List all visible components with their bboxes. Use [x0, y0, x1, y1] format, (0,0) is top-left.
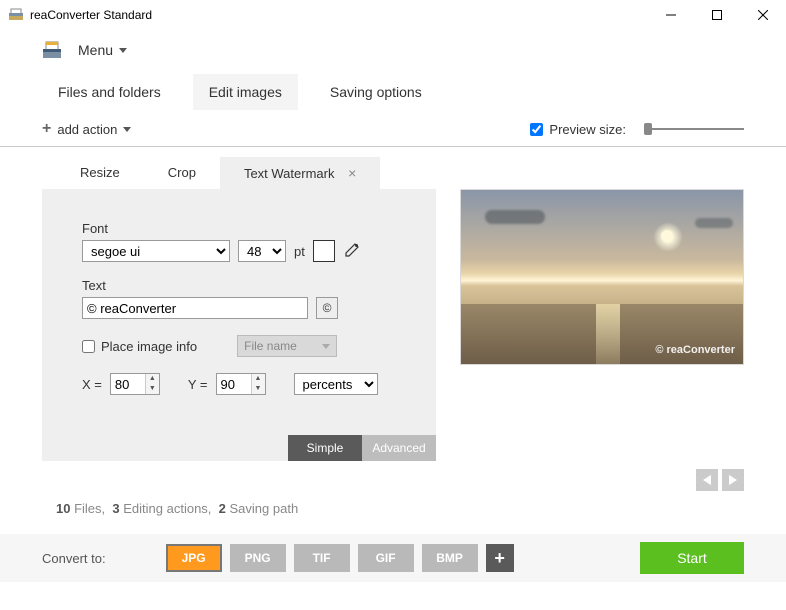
- x-label: X =: [82, 377, 102, 392]
- preview-image: © reaConverter: [460, 189, 744, 365]
- tab-edit[interactable]: Edit images: [193, 74, 298, 110]
- eyedropper-icon[interactable]: [343, 243, 359, 259]
- preview-nav: [0, 469, 786, 491]
- color-swatch[interactable]: [313, 240, 335, 262]
- pt-label: pt: [294, 244, 305, 259]
- preview-watermark: © reaConverter: [655, 344, 735, 356]
- format-gif-button[interactable]: GIF: [358, 544, 414, 572]
- watermark-panel: Font segoe ui 48 pt Text © Place image i…: [42, 189, 436, 461]
- preview-area: © reaConverter: [460, 189, 744, 461]
- prev-button[interactable]: [696, 469, 718, 491]
- subtab-watermark[interactable]: Text Watermark ×: [220, 157, 380, 189]
- x-input[interactable]: [111, 374, 145, 394]
- add-action-label: add action: [57, 122, 117, 137]
- filename-option: File name: [244, 339, 297, 353]
- preview-size-checkbox[interactable]: [530, 123, 543, 136]
- preview-size-label: Preview size:: [549, 122, 626, 137]
- minimize-button[interactable]: [648, 0, 694, 30]
- subtab-crop[interactable]: Crop: [144, 157, 220, 189]
- place-image-info-label: Place image info: [101, 339, 197, 354]
- titlebar: reaConverter Standard: [0, 0, 786, 30]
- tab-files[interactable]: Files and folders: [42, 74, 177, 110]
- watermark-text-input[interactable]: [82, 297, 308, 319]
- add-action-button[interactable]: + add action: [42, 120, 131, 138]
- menu-dropdown[interactable]: Menu: [78, 42, 113, 58]
- x-spinner[interactable]: ▲▼: [110, 373, 160, 395]
- convert-to-label: Convert to:: [42, 551, 106, 566]
- filename-select: File name: [237, 335, 337, 357]
- action-tabs: Resize Crop Text Watermark ×: [0, 157, 786, 189]
- format-jpg-button[interactable]: JPG: [166, 544, 222, 572]
- main-tabs: Files and folders Edit images Saving opt…: [0, 74, 786, 110]
- next-button[interactable]: [722, 469, 744, 491]
- advanced-mode-button[interactable]: Advanced: [362, 435, 436, 461]
- font-label: Font: [82, 221, 396, 236]
- tab-saving[interactable]: Saving options: [314, 74, 438, 110]
- font-select[interactable]: segoe ui: [82, 240, 230, 262]
- add-format-button[interactable]: +: [486, 544, 514, 572]
- close-icon[interactable]: ×: [348, 165, 356, 181]
- toolbar: + add action Preview size:: [0, 114, 786, 147]
- arrow-down-icon[interactable]: ▼: [252, 384, 265, 394]
- preview-size-control: Preview size:: [530, 122, 744, 137]
- unit-select[interactable]: percents: [294, 373, 378, 395]
- text-label: Text: [82, 278, 396, 293]
- arrow-up-icon[interactable]: ▲: [146, 374, 159, 384]
- format-png-button[interactable]: PNG: [230, 544, 286, 572]
- app-icon: [8, 7, 24, 23]
- preview-size-slider[interactable]: [644, 128, 744, 130]
- y-label: Y =: [188, 377, 208, 392]
- plus-icon: +: [42, 120, 51, 138]
- maximize-button[interactable]: [694, 0, 740, 30]
- format-tif-button[interactable]: TIF: [294, 544, 350, 572]
- arrow-up-icon[interactable]: ▲: [252, 374, 265, 384]
- format-bmp-button[interactable]: BMP: [422, 544, 478, 572]
- menubar: Menu: [0, 30, 786, 70]
- arrow-down-icon[interactable]: ▼: [146, 384, 159, 394]
- y-spinner[interactable]: ▲▼: [216, 373, 266, 395]
- copyright-button[interactable]: ©: [316, 297, 338, 319]
- start-button[interactable]: Start: [640, 542, 744, 574]
- window-title: reaConverter Standard: [30, 8, 648, 22]
- caret-down-icon: [119, 48, 127, 53]
- caret-down-icon: [123, 127, 131, 132]
- subtab-watermark-label: Text Watermark: [244, 166, 335, 181]
- printer-icon: [40, 38, 64, 62]
- close-button[interactable]: [740, 0, 786, 30]
- simple-mode-button[interactable]: Simple: [288, 435, 362, 461]
- status-bar: 10 Files, 3 Editing actions, 2 Saving pa…: [0, 491, 786, 526]
- subtab-resize[interactable]: Resize: [56, 157, 144, 189]
- place-image-info-checkbox[interactable]: [82, 340, 95, 353]
- y-input[interactable]: [217, 374, 251, 394]
- footer: Convert to: JPG PNG TIF GIF BMP + Start: [0, 534, 786, 582]
- font-size-select[interactable]: 48: [238, 240, 286, 262]
